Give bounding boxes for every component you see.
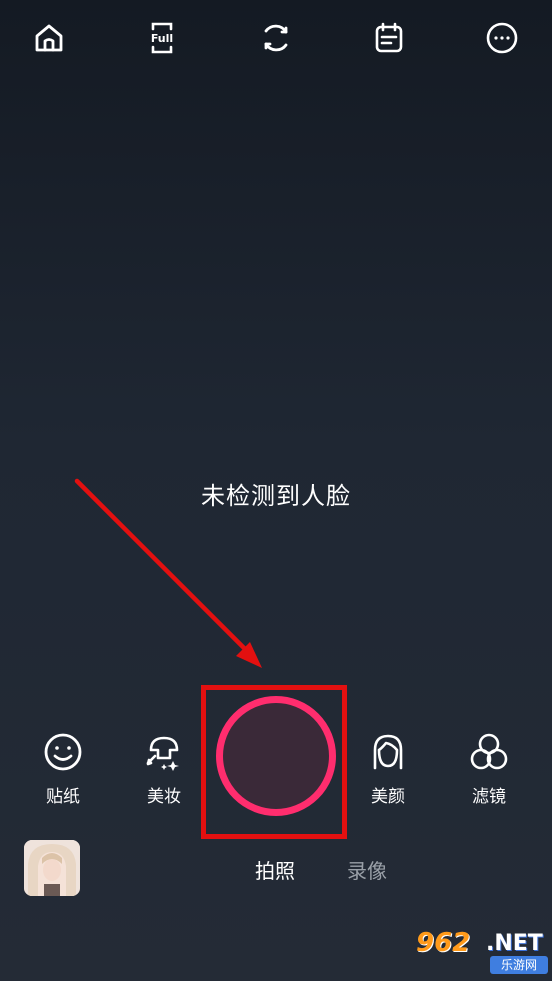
makeup-label: 美妆 (147, 787, 181, 807)
beauty-button[interactable]: 美颜 (353, 730, 423, 807)
site-watermark: 962 .NET 乐游网 (414, 928, 548, 976)
top-toolbar: Full (0, 0, 552, 78)
no-face-detected-message: 未检测到人脸 (201, 482, 351, 510)
sticker-label: 贴纸 (46, 787, 80, 807)
fullscreen-icon[interactable]: Full (142, 18, 182, 58)
home-icon[interactable] (29, 18, 69, 58)
annotation-highlight-box (201, 685, 347, 839)
switch-camera-icon[interactable] (256, 18, 296, 58)
filter-icon (470, 733, 508, 770)
mode-video[interactable]: 录像 (347, 855, 387, 884)
watermark-subtitle: 乐游网 (490, 956, 548, 974)
watermark-domain: .NET (486, 931, 543, 956)
smiley-icon (44, 733, 82, 771)
makeup-icon (146, 736, 179, 771)
notes-icon[interactable] (369, 18, 409, 58)
filter-label: 滤镜 (472, 787, 506, 807)
beauty-label: 美颜 (371, 787, 405, 807)
sticker-button[interactable]: 贴纸 (28, 730, 98, 807)
more-icon[interactable] (482, 18, 522, 58)
full-label: Full (151, 32, 173, 45)
makeup-button[interactable]: 美妆 (129, 730, 199, 807)
portrait-thumbnail-image (24, 840, 80, 896)
face-icon (373, 734, 403, 770)
watermark-number: 962 (416, 928, 471, 958)
gallery-thumbnail[interactable] (24, 840, 80, 896)
filter-button[interactable]: 滤镜 (454, 730, 524, 807)
mode-photo[interactable]: 拍照 (255, 855, 295, 884)
